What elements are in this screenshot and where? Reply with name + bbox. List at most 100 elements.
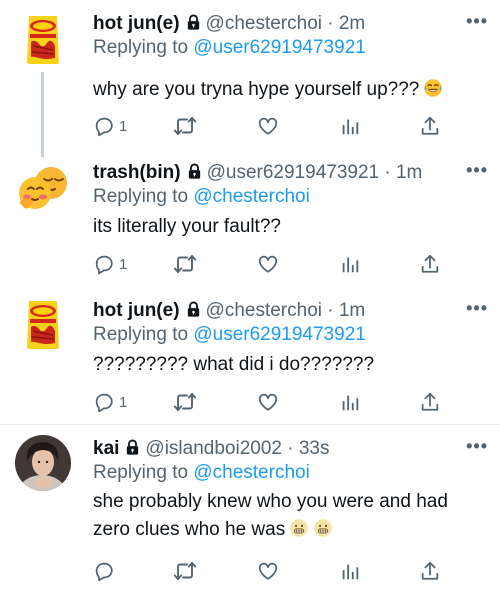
tweet-text: ????????? what did i do??????? [93,351,484,379]
joy-emoji [423,78,443,98]
tweet[interactable]: hot jun(e) @chesterchoi · 2m ••• Replying… [0,0,500,145]
tweet-text: why are you tryna hype yourself up??? [93,76,484,104]
analytics-button[interactable] [339,114,361,138]
handle-timestamp[interactable]: @user62919473921 · 1m [207,162,423,183]
reply-icon [93,253,115,275]
thread-line [41,72,44,145]
share-button[interactable] [419,114,441,138]
analytics-icon [339,391,361,413]
two-faces-avatar [15,159,71,215]
handle-timestamp[interactable]: @chesterchoi · 1m [206,300,366,321]
like-icon [257,560,279,582]
more-options-icon[interactable]: ••• [466,12,488,30]
display-name[interactable]: kai [93,438,119,459]
reply-button[interactable] [93,559,115,583]
share-icon [419,560,441,582]
avatar[interactable] [15,435,71,491]
mention-link[interactable]: @user62919473921 [193,37,365,58]
retweet-icon [173,390,197,414]
person-photo-avatar [15,435,71,491]
reply-button[interactable]: 1 [93,114,127,138]
more-options-icon[interactable]: ••• [466,161,488,179]
lock-icon [124,438,141,457]
tweet-body: why are you tryna hype yourself up??? [93,79,420,100]
reply-button[interactable]: 1 [93,390,127,414]
tweet-body: she probably knew who you were and had z… [93,491,448,540]
display-name[interactable]: hot jun(e) [93,13,180,34]
handle-timestamp[interactable]: @chesterchoi · 2m [206,13,366,34]
replying-to: Replying to @chesterchoi [93,185,310,209]
avatar[interactable] [15,297,71,353]
tweet[interactable]: hot jun(e) @chesterchoi · 1m ••• Replying… [0,285,500,425]
retweet-button[interactable] [173,114,197,138]
reply-icon [93,391,115,413]
tweet-actions: 1 [93,114,450,138]
lock-icon [186,162,203,181]
tweet-body: its literally your fault?? [93,216,281,237]
handle-timestamp[interactable]: @islandboi2002 · 33s [145,438,329,459]
analytics-icon [339,115,361,137]
tweet-header: trash(bin) @user62919473921 · 1m [93,161,456,185]
share-icon [419,115,441,137]
display-name[interactable]: hot jun(e) [93,300,180,321]
grimace-emoji [289,518,309,538]
analytics-icon [339,253,361,275]
grimace-emoji [313,518,333,538]
reply-count: 1 [119,255,128,273]
tweet[interactable]: kai @islandboi2002 · 33s ••• Replying to … [0,425,500,591]
avatar[interactable] [15,159,71,215]
avatar[interactable] [15,12,71,68]
mention-link[interactable]: @user62919473921 [193,324,365,345]
more-options-icon[interactable]: ••• [466,437,488,455]
mention-link[interactable]: @chesterchoi [193,462,309,483]
analytics-button[interactable] [339,559,361,583]
reply-button[interactable]: 1 [93,252,127,276]
tweet-text: its literally your fault?? [93,213,484,241]
replying-prefix: Replying to [93,186,194,207]
replying-to: Replying to @chesterchoi [93,461,310,485]
retweet-button[interactable] [173,390,197,414]
tweet[interactable]: trash(bin) @user62919473921 · 1m ••• Repl… [0,145,500,285]
tweet-header: kai @islandboi2002 · 33s [93,437,456,461]
analytics-icon [339,560,361,582]
analytics-button[interactable] [339,390,361,414]
retweet-icon [173,114,197,138]
retweet-button[interactable] [173,252,197,276]
tweet-header: hot jun(e) @chesterchoi · 2m [93,12,456,36]
reply-icon [93,560,115,582]
hot-cheetos-avatar [15,12,71,68]
tweet-header: hot jun(e) @chesterchoi · 1m [93,299,456,323]
tweet-actions [93,559,450,583]
share-button[interactable] [419,252,441,276]
like-button[interactable] [257,559,279,583]
share-icon [419,391,441,413]
mention-link[interactable]: @chesterchoi [193,186,309,207]
like-button[interactable] [257,252,279,276]
display-name[interactable]: trash(bin) [93,162,181,183]
reply-count: 1 [119,393,128,411]
share-button[interactable] [419,390,441,414]
like-button[interactable] [257,390,279,414]
reply-count: 1 [119,117,128,135]
replying-prefix: Replying to [93,462,194,483]
lock-icon [185,13,202,32]
reply-icon [93,115,115,137]
share-icon [419,253,441,275]
share-button[interactable] [419,559,441,583]
like-icon [257,115,279,137]
like-icon [257,391,279,413]
replying-prefix: Replying to [93,37,194,58]
like-button[interactable] [257,114,279,138]
more-options-icon[interactable]: ••• [466,299,488,317]
like-icon [257,253,279,275]
retweet-icon [173,559,197,583]
retweet-icon [173,252,197,276]
tweet-actions: 1 [93,252,450,276]
retweet-button[interactable] [173,559,197,583]
tweet-text: she probably knew who you were and had z… [93,488,480,544]
tweet-actions: 1 [93,390,450,414]
tweet-body: ????????? what did i do??????? [93,354,375,375]
replying-to: Replying to @user62919473921 [93,36,366,60]
lock-icon [185,300,202,319]
analytics-button[interactable] [339,252,361,276]
